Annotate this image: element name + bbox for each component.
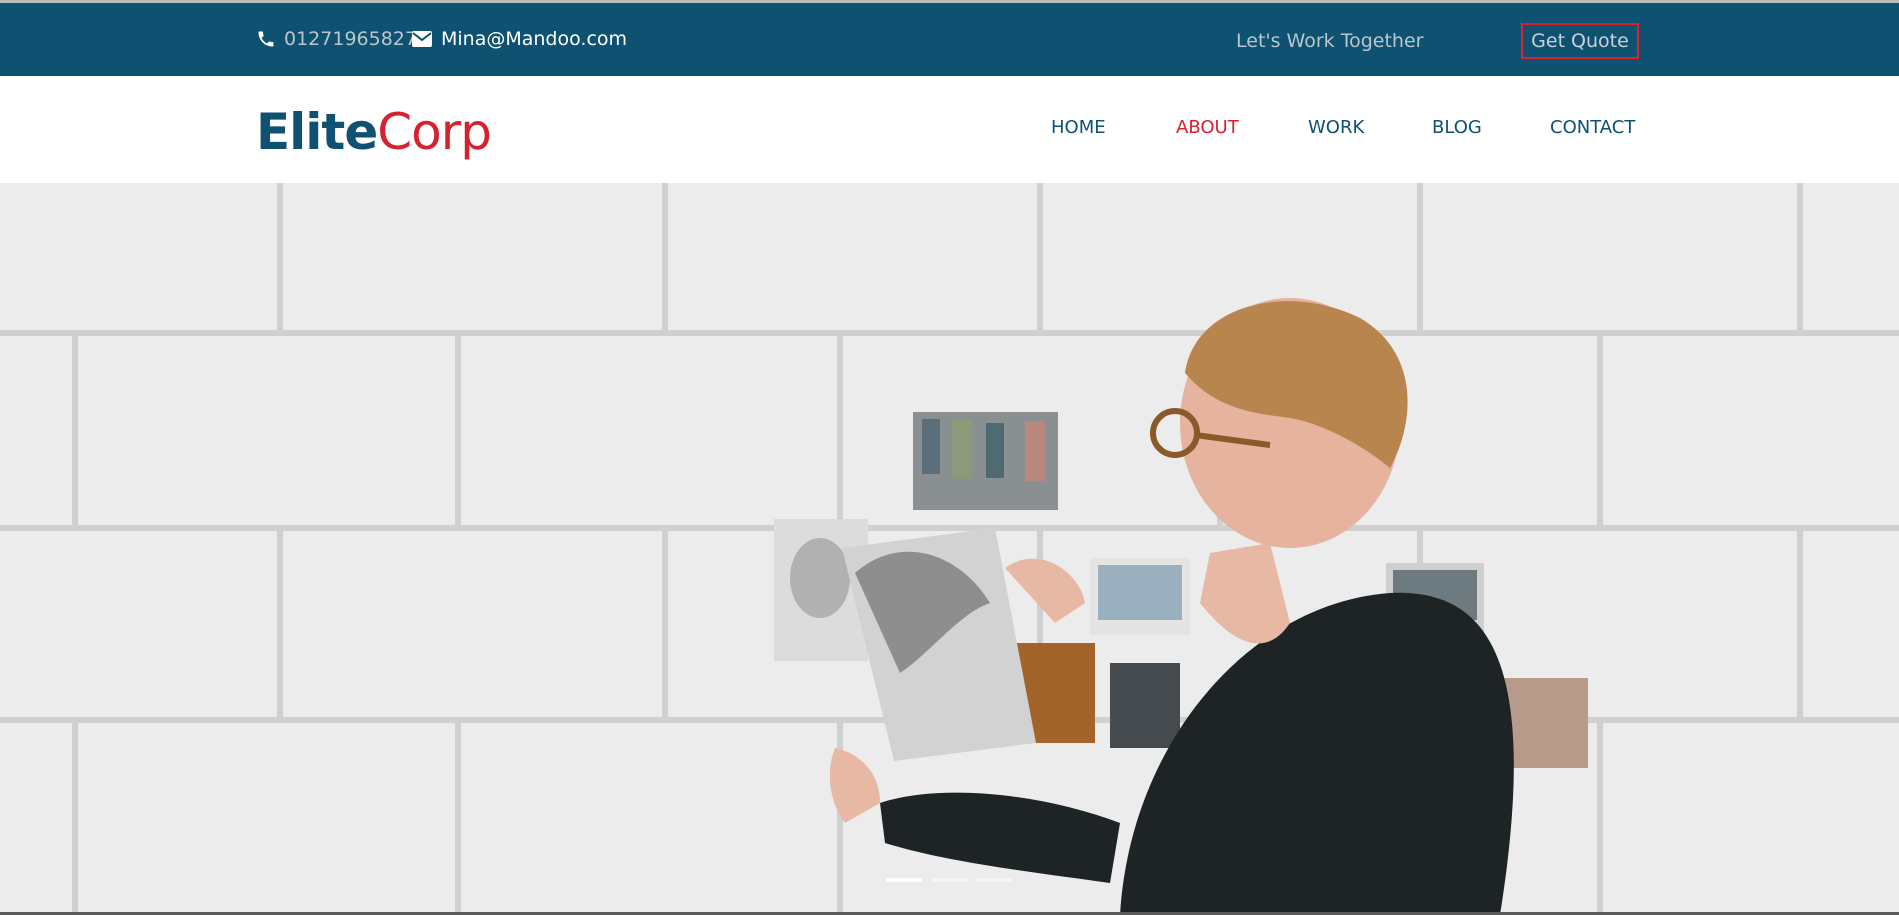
phone-contact[interactable]: 01271965827 bbox=[256, 27, 417, 51]
top-contact-bar: 01271965827 Mina@Mandoo.com Let's Work T… bbox=[0, 0, 1899, 76]
tagline-text: Let's Work Together bbox=[1236, 30, 1424, 52]
slider-dot-2[interactable] bbox=[931, 878, 967, 882]
logo-part-corp: Corp bbox=[377, 103, 492, 161]
site-logo[interactable]: EliteCorp bbox=[256, 102, 492, 162]
hero-slider bbox=[0, 183, 1899, 915]
nav-about[interactable]: ABOUT bbox=[1176, 117, 1239, 138]
nav-contact[interactable]: CONTACT bbox=[1550, 117, 1635, 138]
nav-work[interactable]: WORK bbox=[1308, 117, 1364, 138]
envelope-icon bbox=[412, 29, 432, 49]
get-quote-button[interactable]: Get Quote bbox=[1521, 23, 1639, 59]
logo-part-elite: Elite bbox=[256, 103, 378, 161]
nav-blog[interactable]: BLOG bbox=[1432, 117, 1482, 138]
phone-number[interactable]: 01271965827 bbox=[284, 28, 417, 50]
slider-dot-1[interactable] bbox=[886, 878, 922, 882]
nav-home[interactable]: HOME bbox=[1051, 117, 1106, 138]
slider-dot-3[interactable] bbox=[976, 878, 1012, 882]
phone-icon bbox=[256, 29, 276, 49]
email-address[interactable]: Mina@Mandoo.com bbox=[441, 28, 627, 50]
email-contact[interactable]: Mina@Mandoo.com bbox=[412, 27, 627, 51]
hero-image bbox=[0, 183, 1899, 915]
